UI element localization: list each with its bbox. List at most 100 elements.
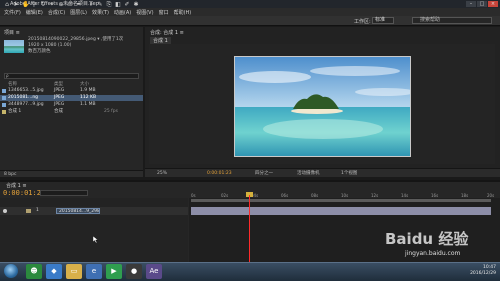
window-title: Adobe After Effects - 未命名项目.aep	[0, 0, 500, 8]
project-row-name: 3448977...9.jpg	[8, 102, 44, 107]
selection-tool-icon[interactable]: ➤	[13, 2, 19, 8]
project-row-size: 112 KB	[80, 95, 97, 100]
layer-duration-bar[interactable]	[191, 207, 491, 215]
menu-composition[interactable]: 合成(C)	[48, 9, 65, 16]
column-header-size[interactable]: 大小	[80, 81, 89, 87]
composition-frame-image[interactable]	[234, 56, 411, 157]
camera-select[interactable]: 活动摄像机	[297, 169, 320, 178]
text-tool-icon[interactable]: T	[88, 2, 94, 8]
project-row[interactable]: 3448977...9.jpg JPEG 1.1 MB	[0, 102, 143, 108]
clone-stamp-tool-icon[interactable]: ⎘	[106, 2, 112, 8]
layer-number: 1	[36, 208, 39, 213]
puppet-tool-icon[interactable]: ✱	[133, 2, 139, 8]
menu-animation[interactable]: 动画(A)	[114, 9, 131, 16]
maximize-button[interactable]: □	[477, 1, 487, 7]
current-time-indicator[interactable]	[249, 195, 250, 262]
composition-icon	[2, 110, 6, 114]
menu-window[interactable]: 窗口	[159, 9, 169, 16]
composition-sub-tab[interactable]: 合成 1	[150, 37, 171, 44]
project-row-size: 1.9 MB	[80, 88, 96, 93]
project-row-name: 合成 1	[8, 109, 22, 114]
composition-footer: 25% 0:00:01:23 四分之一 活动摄像机 1个视图	[145, 168, 500, 177]
project-row[interactable]: 2015081...ng JPEG 112 KB	[0, 95, 143, 101]
media-player-icon[interactable]: ▶	[106, 264, 122, 279]
hand-tool-icon[interactable]: ✋	[22, 2, 29, 8]
timeline-search-input[interactable]	[40, 190, 88, 196]
pen-tool-icon[interactable]: ✒	[76, 2, 82, 8]
ruler-tick: 12s	[371, 193, 379, 198]
pan-behind-tool-icon[interactable]: ⊕	[58, 2, 64, 8]
menu-layer[interactable]: 图层(L)	[70, 9, 87, 16]
clock-date: 2016/12/29	[470, 271, 496, 276]
project-panel-tab[interactable]: 项目 ≡	[4, 29, 20, 36]
baidu-watermark-url: jingyan.baidu.com	[405, 250, 461, 257]
ruler-tick: 06s	[281, 193, 289, 198]
menu-file[interactable]: 文件(F)	[4, 9, 21, 16]
window-controls[interactable]: – □ ×	[466, 1, 498, 7]
ruler-tick: 08s	[311, 193, 319, 198]
image-file-icon	[2, 103, 6, 107]
record-icon[interactable]: ●	[126, 264, 142, 279]
ruler-tick: 20s	[487, 193, 495, 198]
island-photo	[235, 57, 410, 156]
project-row[interactable]: 合成 1 合成 25 fps	[0, 109, 143, 115]
workspace-select[interactable]: 标准	[372, 17, 394, 24]
rotate-tool-icon[interactable]: ↻	[40, 2, 46, 8]
home-icon[interactable]: ⌂	[4, 2, 10, 8]
resolution-select[interactable]: 四分之一	[255, 169, 273, 178]
image-file-icon	[2, 89, 6, 93]
project-item-thumbnail	[4, 40, 24, 53]
column-header-type[interactable]: 类型	[54, 81, 63, 87]
workspace-label: 工作区:	[354, 19, 371, 25]
ruler-tick: 14s	[401, 193, 409, 198]
eraser-tool-icon[interactable]: ◧	[115, 2, 121, 8]
menu-effect[interactable]: 效果(T)	[92, 9, 109, 16]
project-row-extra: 25 fps	[104, 109, 118, 114]
zoom-select[interactable]: 25%	[157, 169, 167, 178]
menu-edit[interactable]: 编辑(E)	[26, 9, 43, 16]
label-color-icon[interactable]	[26, 209, 31, 213]
project-row-name: 1346653...5.jpg	[8, 88, 44, 93]
zoom-tool-icon[interactable]: ⚲	[31, 2, 37, 8]
system-clock[interactable]: 10:47 2016/12/29	[470, 265, 496, 277]
brush-tool-icon[interactable]: ✎	[97, 2, 103, 8]
minimize-button[interactable]: –	[466, 1, 476, 7]
roto-brush-tool-icon[interactable]: ✐	[124, 2, 130, 8]
start-button[interactable]	[4, 264, 18, 278]
browser-icon[interactable]: e	[86, 264, 102, 279]
baidu-watermark-logo: Baidu 经验	[385, 230, 469, 248]
rectangle-tool-icon[interactable]: ▭	[67, 2, 73, 8]
layer-name[interactable]: 20150814...9_29856.jpeg	[56, 208, 100, 214]
image-file-icon	[2, 96, 6, 100]
project-row-type: JPEG	[54, 95, 65, 100]
close-button[interactable]: ×	[488, 1, 498, 7]
composition-panel-tab[interactable]: 合成: 合成 1 ≡	[150, 29, 184, 36]
timeline-tab[interactable]: 合成 1 ≡	[6, 182, 27, 189]
folder-icon[interactable]: ▭	[66, 264, 82, 279]
project-row-type: JPEG	[54, 102, 65, 107]
ruler-tick: 10s	[341, 193, 349, 198]
taskbar-app-icon[interactable]: ◆	[46, 264, 62, 279]
camera-tool-icon[interactable]: ⌖	[49, 2, 55, 8]
project-row-type: JPEG	[54, 88, 65, 93]
views-select[interactable]: 1个视图	[341, 169, 357, 178]
column-header-name[interactable]: 名称	[8, 81, 17, 87]
comp-timecode[interactable]: 0:00:01:23	[207, 169, 232, 178]
visibility-eye-icon[interactable]	[3, 209, 7, 213]
help-search-input[interactable]: 搜索帮助	[412, 17, 492, 24]
project-row[interactable]: 1346653...5.jpg JPEG 1.9 MB	[0, 88, 143, 94]
ruler-tick: 16s	[431, 193, 439, 198]
menu-help[interactable]: 帮助(H)	[174, 9, 192, 16]
ruler-tick: 18s	[461, 193, 469, 198]
timeline-timecode[interactable]: 0:00:01:23	[3, 189, 45, 197]
after-effects-icon[interactable]: Ae	[146, 264, 162, 279]
project-row-name: 2015081...ng	[8, 95, 39, 100]
project-item-info: 20150814090022_29856.jpeg ▾ ,使用了1次 1920 …	[28, 37, 123, 55]
mouse-cursor-icon	[93, 236, 99, 243]
time-ruler[interactable]: 0s 02s 04s 06s 08s 10s 12s 14s 16s 18s 2…	[189, 193, 500, 198]
project-item-color: 数百万颜色	[28, 49, 51, 54]
menu-view[interactable]: 视图(V)	[136, 9, 153, 16]
taskbar-app-icon[interactable]: ☻	[26, 264, 42, 279]
project-search-input[interactable]: ρ	[4, 73, 139, 79]
work-area-bar[interactable]	[191, 199, 491, 202]
